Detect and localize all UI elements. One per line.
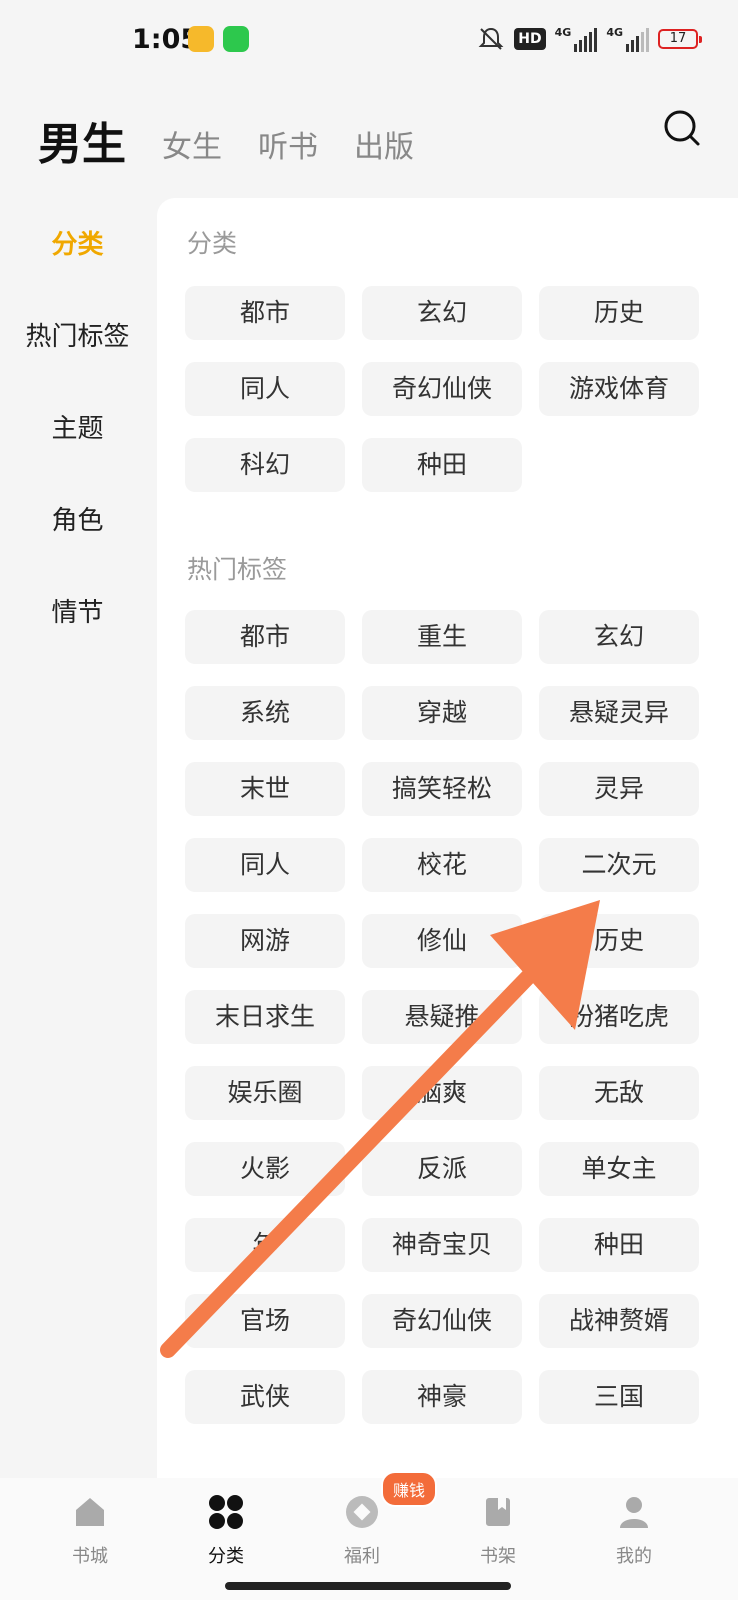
tag-chip[interactable]: 末日求生 <box>185 990 345 1044</box>
tag-chip[interactable]: 搞笑轻松 <box>362 762 522 816</box>
tag-chip[interactable]: 年 <box>185 1218 345 1272</box>
home-indicator[interactable] <box>225 1582 511 1590</box>
tag-chip[interactable]: 反派 <box>362 1142 522 1196</box>
tag-chip[interactable]: 科幻 <box>185 438 345 492</box>
tag-panel: 分类 都市 玄幻 历史 同人 奇幻仙侠 游戏体育 科幻 种田 热门标签 都市 重生 玄幻 系统 穿越悬… <box>157 198 738 1478</box>
status-icons: HD 4G 4G 17 <box>477 24 702 54</box>
hd-icon: HD <box>514 28 546 50</box>
bookshelf-icon <box>486 1498 510 1526</box>
coin-icon <box>346 1496 378 1528</box>
tag-chip[interactable]: 战神赘婿 <box>539 1294 699 1348</box>
tag-chip[interactable]: 灵异 <box>539 762 699 816</box>
tab-female[interactable]: 女生 <box>162 122 222 166</box>
signal-icon-1: 4G <box>555 26 598 52</box>
home-icon <box>76 1498 104 1526</box>
sidebar-item-hot-tags[interactable]: 热门标签 <box>0 316 155 353</box>
tag-chip[interactable]: 都市 <box>185 610 345 664</box>
tag-chip[interactable]: 修仙 <box>362 914 522 968</box>
tab-audiobook[interactable]: 听书 <box>258 122 318 166</box>
tag-chip[interactable]: 二次元 <box>539 838 699 892</box>
nav-label: 福利 <box>344 1546 380 1567</box>
nav-category[interactable]: 分类 <box>166 1492 286 1568</box>
tag-chip[interactable]: 悬疑推 <box>362 990 522 1044</box>
tag-chip[interactable]: 历史 <box>539 914 699 968</box>
tag-chip[interactable]: 末世 <box>185 762 345 816</box>
tag-chip[interactable]: 同人 <box>185 362 345 416</box>
tag-chip[interactable]: 火影 <box>185 1142 345 1196</box>
tag-chip[interactable]: 系统 <box>185 686 345 740</box>
section-title-category: 分类 <box>187 229 238 258</box>
user-icon <box>620 1497 648 1528</box>
tag-chip[interactable]: 游戏体育 <box>539 362 699 416</box>
tag-chip[interactable]: 神豪 <box>362 1370 522 1424</box>
tag-chip[interactable]: 校花 <box>362 838 522 892</box>
top-tabs: 男生 女生 听书 出版 <box>0 100 738 180</box>
status-bar: 1:05 HD 4G 4G 17 <box>0 0 738 80</box>
nav-label: 书架 <box>480 1546 516 1567</box>
tag-chip[interactable]: 奇幻仙侠 <box>362 1294 522 1348</box>
wechat-icon <box>223 26 249 52</box>
tag-chip[interactable]: 脑爽 <box>362 1066 522 1120</box>
nav-label: 我的 <box>616 1546 652 1567</box>
tag-chip[interactable]: 玄幻 <box>539 610 699 664</box>
search-icon[interactable] <box>662 108 702 148</box>
section-title-hot-tags: 热门标签 <box>187 555 288 584</box>
tab-publishing[interactable]: 出版 <box>354 122 414 166</box>
nav-label: 分类 <box>208 1546 244 1567</box>
tag-chip[interactable]: 悬疑灵异 <box>539 686 699 740</box>
tag-chip[interactable]: 娱乐圈 <box>185 1066 345 1120</box>
tag-chip[interactable]: 都市 <box>185 286 345 340</box>
tag-chip[interactable]: 奇幻仙侠 <box>362 362 522 416</box>
tag-chip[interactable]: 单女主 <box>539 1142 699 1196</box>
nav-bookstore[interactable]: 书城 <box>30 1492 150 1568</box>
tag-chip[interactable]: 神奇宝贝 <box>362 1218 522 1272</box>
tag-chip[interactable]: 官场 <box>185 1294 345 1348</box>
tag-chip[interactable]: 玄幻 <box>362 286 522 340</box>
sidebar-item-theme[interactable]: 主题 <box>0 408 155 445</box>
tag-chip[interactable]: 同人 <box>185 838 345 892</box>
tag-chip[interactable]: 历史 <box>539 286 699 340</box>
tag-chip[interactable]: 种田 <box>539 1218 699 1272</box>
sidebar-item-category[interactable]: 分类 <box>0 224 155 261</box>
notes-app-icon <box>188 26 214 52</box>
sidebar-item-plot[interactable]: 情节 <box>0 592 155 629</box>
bell-muted-icon <box>478 27 504 50</box>
tag-chip[interactable]: 三国 <box>539 1370 699 1424</box>
nav-profile[interactable]: 我的 <box>574 1492 694 1568</box>
signal-icon-2: 4G <box>606 26 649 52</box>
sidebar-item-character[interactable]: 角色 <box>0 500 155 537</box>
tag-chip[interactable]: 武侠 <box>185 1370 345 1424</box>
battery-icon: 17 <box>658 29 702 49</box>
nav-bookshelf[interactable]: 书架 <box>438 1492 558 1568</box>
tag-chip[interactable]: 扮猪吃虎 <box>539 990 699 1044</box>
grid-dots-icon <box>209 1495 243 1529</box>
tag-chip[interactable]: 重生 <box>362 610 522 664</box>
tag-chip[interactable]: 种田 <box>362 438 522 492</box>
tab-male[interactable]: 男生 <box>38 108 126 172</box>
earn-money-badge: 赚钱 <box>381 1471 438 1507</box>
tag-chip[interactable]: 无敌 <box>539 1066 699 1120</box>
tag-chip[interactable]: 穿越 <box>362 686 522 740</box>
tag-chip[interactable]: 网游 <box>185 914 345 968</box>
nav-label: 书城 <box>72 1546 108 1567</box>
